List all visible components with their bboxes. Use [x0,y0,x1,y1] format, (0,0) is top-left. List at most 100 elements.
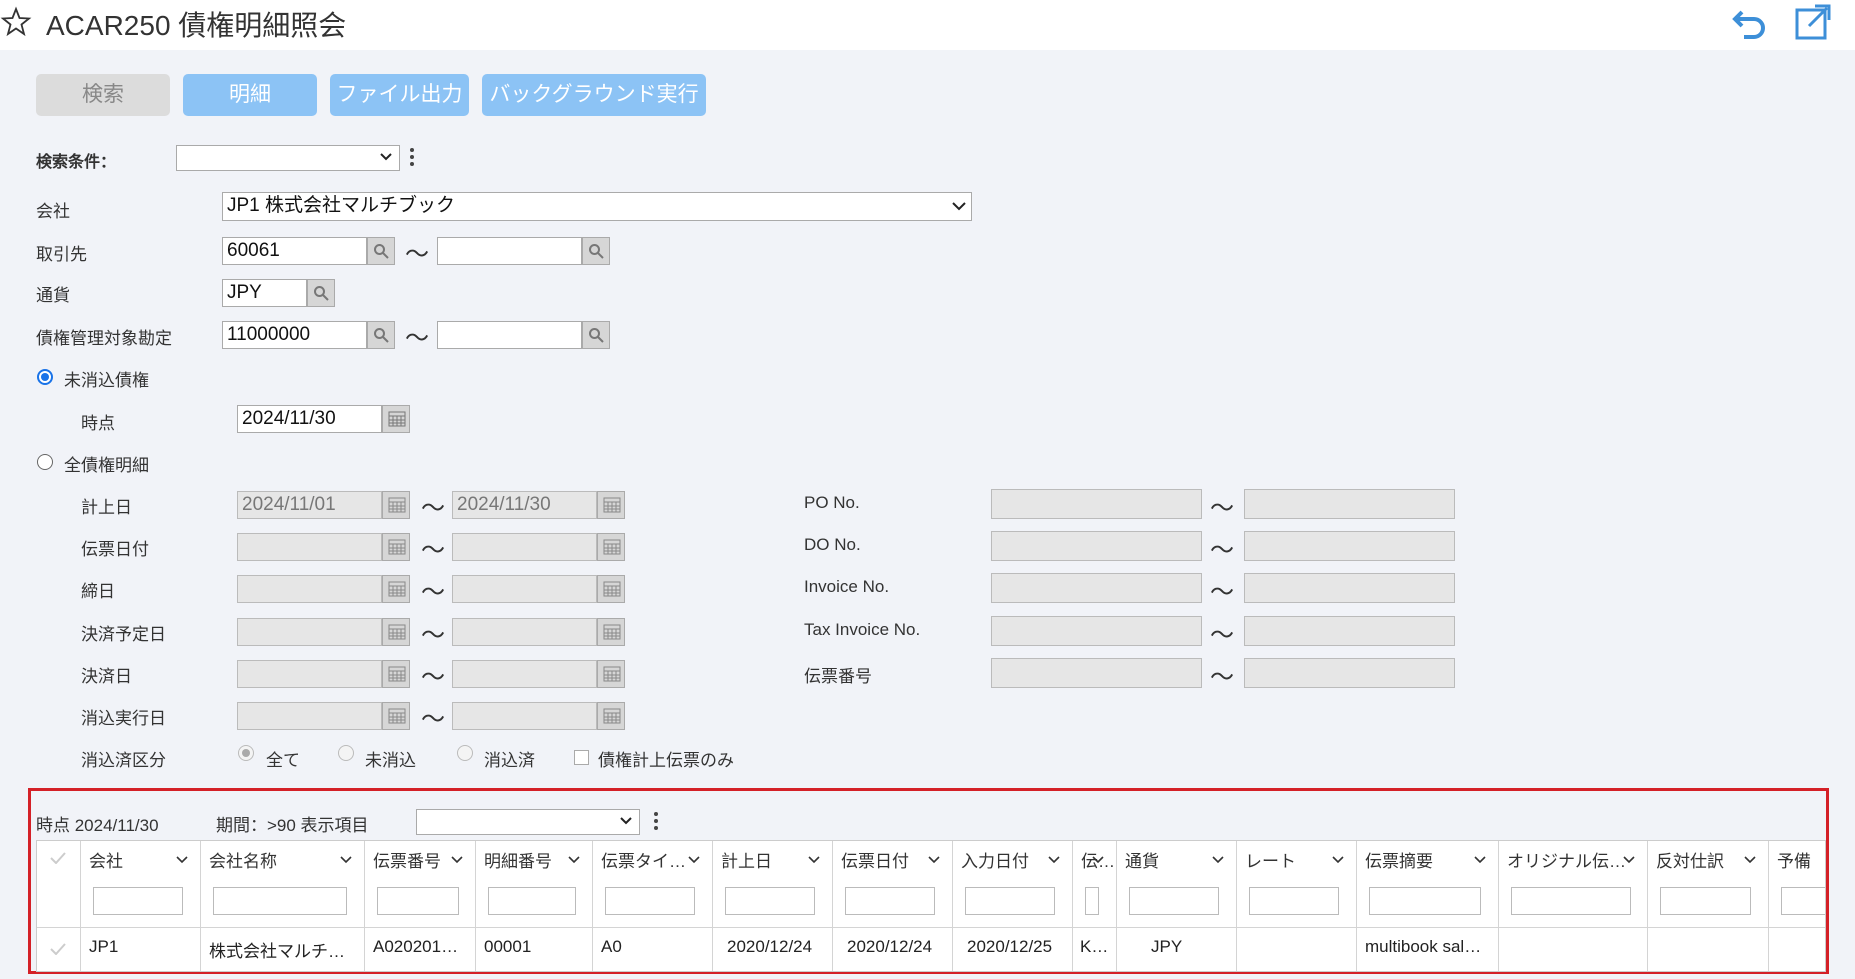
column-menu-chevron-icon[interactable] [176,856,188,864]
clear-status-all-radio[interactable] [238,745,254,761]
partner-to-lookup-button[interactable] [582,237,610,265]
currency-lookup-button[interactable] [307,279,335,307]
tax-invoice-no-to-input[interactable] [1244,616,1455,646]
column-filter-input[interactable] [1660,887,1751,915]
partner-from-lookup-button[interactable] [367,237,395,265]
column-header[interactable]: 伝票番号 [373,847,441,872]
column-menu-chevron-icon[interactable] [568,856,580,864]
column-filter-input[interactable] [845,887,935,915]
receivable-slip-only-checkbox[interactable] [574,750,589,765]
column-header[interactable]: 会社 [89,847,123,872]
as-of-calendar-button[interactable] [382,405,410,433]
open-external-icon[interactable] [1793,2,1833,42]
due-date-from-calendar-button[interactable] [382,618,410,646]
account-to-input[interactable] [437,321,582,349]
column-filter-input[interactable] [965,887,1055,915]
column-header[interactable]: 予備 [1777,847,1811,872]
partner-from-input[interactable]: 60061 [222,237,367,265]
currency-input[interactable]: JPY [222,279,307,307]
column-header[interactable]: 会社名称 [209,847,277,872]
search-button[interactable]: 検索 [36,74,170,116]
as-of-date-input[interactable]: 2024/11/30 [237,405,382,433]
column-filter-input[interactable] [1129,887,1219,915]
po-no-from-input[interactable] [991,489,1202,519]
column-menu-chevron-icon[interactable] [1744,856,1756,864]
closing-date-from-input[interactable] [237,575,382,603]
posting-date-from-input[interactable]: 2024/11/01 [237,491,382,519]
favorite-star-icon[interactable] [0,6,32,38]
column-menu-chevron-icon[interactable] [340,856,352,864]
all-receivables-radio[interactable] [37,454,53,470]
closing-date-to-input[interactable] [452,575,597,603]
column-menu-chevron-icon[interactable] [1092,856,1104,864]
column-filter-input[interactable] [605,887,695,915]
company-select[interactable]: JP1 株式会社マルチブック [222,192,972,221]
account-from-lookup-button[interactable] [367,321,395,349]
display-items-menu-icon[interactable] [653,810,659,834]
column-filter-input[interactable] [377,887,459,915]
column-header[interactable]: 入力日付 [961,847,1029,872]
slip-number-to-input[interactable] [1244,658,1455,688]
slip-date-to-calendar-button[interactable] [597,533,625,561]
uncleared-radio[interactable] [37,369,53,385]
posting-date-from-calendar-button[interactable] [382,491,410,519]
po-no-to-input[interactable] [1244,489,1455,519]
column-filter-input[interactable] [725,887,815,915]
account-from-input[interactable]: 11000000 [222,321,367,349]
column-menu-chevron-icon[interactable] [688,856,700,864]
column-filter-input[interactable] [93,887,183,915]
column-menu-chevron-icon[interactable] [1212,856,1224,864]
column-menu-chevron-icon[interactable] [1048,856,1060,864]
account-to-lookup-button[interactable] [582,321,610,349]
column-menu-chevron-icon[interactable] [1623,856,1635,864]
clear-exec-date-to-calendar-button[interactable] [597,702,625,730]
closing-date-from-calendar-button[interactable] [382,575,410,603]
detail-button[interactable]: 明細 [183,74,317,116]
column-menu-chevron-icon[interactable] [1332,856,1344,864]
column-header[interactable]: 明細番号 [484,847,552,872]
tax-invoice-no-from-input[interactable] [991,616,1202,646]
column-filter-input[interactable] [1249,887,1339,915]
slip-date-to-input[interactable] [452,533,597,561]
column-menu-chevron-icon[interactable] [928,856,940,864]
settle-date-from-calendar-button[interactable] [382,660,410,688]
clear-exec-date-to-input[interactable] [452,702,597,730]
invoice-no-from-input[interactable] [991,573,1202,603]
column-menu-chevron-icon[interactable] [451,856,463,864]
column-header[interactable]: レート [1245,847,1296,872]
column-header[interactable]: 通貨 [1125,847,1159,872]
partner-to-input[interactable] [437,237,582,265]
clear-exec-date-from-calendar-button[interactable] [382,702,410,730]
due-date-to-calendar-button[interactable] [597,618,625,646]
column-header[interactable]: 伝票日付 [841,847,909,872]
search-condition-menu-icon[interactable] [409,146,415,170]
search-condition-select[interactable] [176,145,400,171]
column-filter-input[interactable] [1511,887,1631,915]
column-header[interactable]: 反対仕訳 [1656,847,1724,872]
do-no-from-input[interactable] [991,531,1202,561]
invoice-no-to-input[interactable] [1244,573,1455,603]
clear-status-cleared-radio[interactable] [457,745,473,761]
settle-date-from-input[interactable] [237,660,382,688]
column-header[interactable]: オリジナル伝… [1507,847,1626,872]
clear-exec-date-from-input[interactable] [237,702,382,730]
settle-date-to-calendar-button[interactable] [597,660,625,688]
column-filter-input[interactable] [1085,887,1099,915]
column-menu-chevron-icon[interactable] [1474,856,1486,864]
due-date-to-input[interactable] [452,618,597,646]
column-filter-input[interactable] [1369,887,1481,915]
clear-status-uncleared-radio[interactable] [338,745,354,761]
column-header[interactable]: 伝票タイ… [601,847,686,872]
posting-date-to-calendar-button[interactable] [597,491,625,519]
column-filter-input[interactable] [213,887,347,915]
slip-date-from-calendar-button[interactable] [382,533,410,561]
row-check-icon[interactable] [50,943,66,955]
column-filter-input[interactable] [1781,887,1825,915]
column-header[interactable]: 計上日 [721,847,772,872]
select-all-check-icon[interactable] [50,852,66,864]
file-output-button[interactable]: ファイル出力 [330,74,469,116]
slip-number-from-input[interactable] [991,658,1202,688]
column-filter-input[interactable] [488,887,576,915]
closing-date-to-calendar-button[interactable] [597,575,625,603]
display-items-select[interactable] [416,809,640,835]
